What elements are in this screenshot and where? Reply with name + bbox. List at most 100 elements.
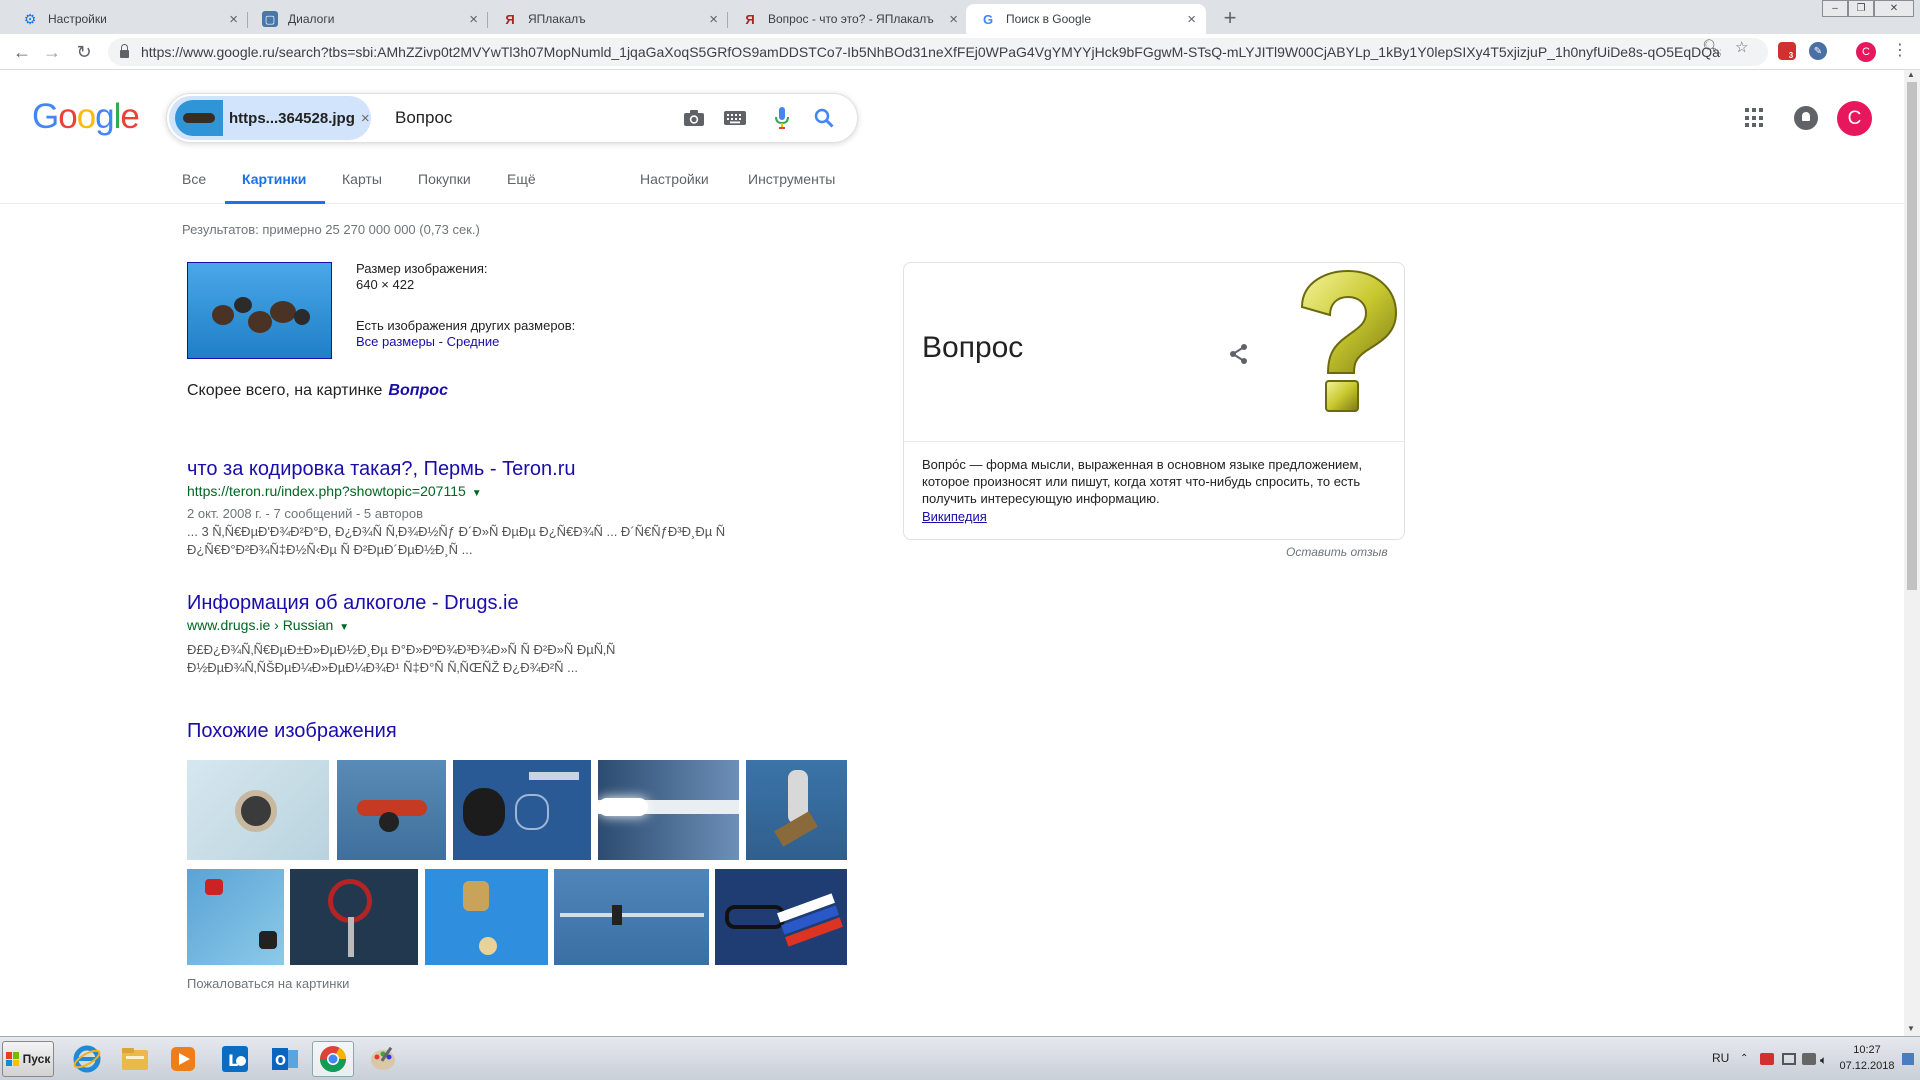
similar-image[interactable] (187, 760, 329, 860)
scrollbar-thumb[interactable] (1907, 82, 1917, 590)
close-icon[interactable]: × (709, 11, 718, 28)
image-chip-label: https...364528.jpg (229, 109, 355, 127)
tab-shopping[interactable]: Покупки (418, 171, 471, 187)
close-icon[interactable]: × (469, 11, 478, 28)
search-icon[interactable] (811, 105, 837, 131)
start-label: Пуск (22, 1052, 51, 1066)
tab-all[interactable]: Все (182, 171, 206, 187)
close-icon[interactable]: × (1187, 11, 1196, 28)
tab-maps[interactable]: Карты (342, 171, 382, 187)
printer-icon[interactable] (1802, 1053, 1816, 1065)
tools-link[interactable]: Инструменты (748, 171, 835, 187)
similar-image[interactable] (290, 869, 418, 965)
dropdown-caret-icon[interactable]: ▼ (472, 488, 482, 499)
back-arrow-icon[interactable]: ← (10, 40, 34, 64)
url-text[interactable]: https://www.google.ru/search?tbs=sbi:AMh… (141, 44, 1721, 60)
yaplakal-icon: Я (505, 11, 515, 27)
similar-image[interactable] (746, 760, 847, 860)
tab-settings[interactable]: ⚙ Настройки × (8, 4, 248, 34)
tab-more[interactable]: Ещё (507, 171, 536, 187)
dropdown-caret-icon[interactable]: ▼ (339, 622, 349, 633)
share-icon[interactable] (1228, 343, 1250, 365)
show-desktop-icon[interactable] (1902, 1053, 1914, 1065)
new-tab-button[interactable]: + (1216, 4, 1244, 32)
apps-grid-icon[interactable] (1745, 108, 1765, 128)
question-mark-image[interactable] (1284, 269, 1400, 415)
query-image-preview[interactable] (187, 262, 332, 359)
tab-label: Диалоги (288, 12, 335, 26)
tab-images[interactable]: Картинки (242, 171, 306, 187)
google-logo[interactable]: Google (32, 97, 140, 137)
profile-avatar[interactable]: C (1856, 42, 1876, 62)
windows-logo-icon (5, 1052, 20, 1066)
chip-clear-icon[interactable]: × (361, 110, 370, 127)
extension-adblock-icon[interactable]: 3 (1778, 42, 1796, 60)
similar-image[interactable] (598, 760, 739, 860)
result-title-link[interactable]: Информация об алкоголе - Drugs.ie (187, 590, 807, 616)
close-icon[interactable]: × (949, 11, 958, 28)
internet-explorer-icon[interactable] (66, 1041, 108, 1077)
similar-image[interactable] (453, 760, 591, 860)
search-input[interactable]: Вопрос (395, 108, 452, 128)
network-icon[interactable] (1782, 1053, 1796, 1065)
close-window-button[interactable]: ✕ (1874, 0, 1914, 17)
all-sizes-link[interactable]: Все размеры (356, 334, 435, 349)
reload-icon[interactable]: ↻ (72, 40, 96, 64)
query-image-thumbnail (175, 100, 223, 136)
tab-yaplakal[interactable]: Я ЯПлакалъ × (488, 4, 728, 34)
best-guess-link[interactable]: Вопрос (388, 382, 448, 399)
tab-label: Настройки (48, 12, 107, 26)
similar-images-heading[interactable]: Похожие изображения (187, 720, 397, 743)
similar-image[interactable] (715, 869, 847, 965)
paint-icon[interactable] (362, 1041, 404, 1077)
system-clock[interactable]: 10:27 07.12.2018 (1832, 1042, 1902, 1074)
scroll-down-arrow-icon[interactable]: ▼ (1907, 1024, 1915, 1033)
flag-alert-icon[interactable] (1760, 1053, 1774, 1065)
bookmark-star-icon[interactable]: ☆ (1735, 38, 1748, 56)
close-icon[interactable]: × (229, 11, 238, 28)
settings-link[interactable]: Настройки (640, 171, 709, 187)
tab-dialogs[interactable]: ▢ Диалоги × (248, 4, 488, 34)
vertical-scrollbar[interactable]: ▲ ▼ (1904, 70, 1920, 1036)
camera-icon[interactable] (681, 105, 707, 131)
extension-tool-icon[interactable]: ✎ (1809, 42, 1827, 60)
result-stats: Результатов: примерно 25 270 000 000 (0,… (182, 222, 480, 237)
media-player-icon[interactable] (162, 1041, 204, 1077)
address-bar[interactable]: https://www.google.ru/search?tbs=sbi:AMh… (108, 38, 1768, 66)
image-size-label: Размер изображения: (356, 261, 488, 276)
medium-sizes-link[interactable]: Средние (447, 334, 500, 349)
similar-image[interactable] (554, 869, 709, 965)
tab-google-search[interactable]: G Поиск в Google × (966, 4, 1206, 34)
notifications-bell-icon[interactable] (1794, 106, 1818, 130)
account-avatar[interactable]: C (1837, 101, 1872, 136)
minimize-button[interactable]: – (1822, 0, 1848, 17)
restore-button[interactable]: ❐ (1848, 0, 1874, 17)
wikipedia-link[interactable]: Википедия (922, 509, 987, 524)
chrome-icon[interactable] (312, 1041, 354, 1077)
clock-time: 10:27 (1853, 1044, 1881, 1056)
start-button[interactable]: Пуск (2, 1041, 54, 1077)
result-title-link[interactable]: что за кодировка такая?, Пермь - Teron.r… (187, 456, 807, 482)
extension-badge: 3 (1788, 50, 1794, 60)
tray-expand-icon[interactable]: ⌃ (1740, 1053, 1754, 1065)
feedback-link[interactable]: Оставить отзыв (1286, 545, 1388, 559)
scroll-up-arrow-icon[interactable]: ▲ (1907, 70, 1915, 79)
microphone-icon[interactable] (769, 105, 795, 131)
zoom-icon[interactable]: 🔍︎ (1702, 38, 1721, 56)
similar-image[interactable] (425, 869, 548, 965)
file-explorer-icon[interactable] (114, 1041, 156, 1077)
image-query-chip[interactable]: https...364528.jpg × (169, 96, 371, 140)
forward-arrow-icon[interactable]: → (40, 40, 64, 64)
report-images-link[interactable]: Пожаловаться на картинки (187, 976, 349, 991)
result-url: www.drugs.ie › Russian ▼ (187, 617, 350, 633)
menu-kebab-icon[interactable]: ⋮ (1892, 40, 1908, 60)
similar-image[interactable] (187, 869, 284, 965)
language-indicator[interactable]: RU (1712, 1051, 1729, 1065)
lync-icon[interactable]: L (214, 1041, 256, 1077)
tab-label: Вопрос - что это? - ЯПлакалъ (768, 12, 934, 26)
search-box[interactable]: https...364528.jpg × Вопрос (166, 93, 858, 143)
keyboard-icon[interactable] (722, 105, 748, 131)
outlook-icon[interactable]: O (264, 1041, 306, 1077)
similar-image[interactable] (337, 760, 446, 860)
tab-question-yaplakal[interactable]: Я Вопрос - что это? - ЯПлакалъ × (728, 4, 968, 34)
